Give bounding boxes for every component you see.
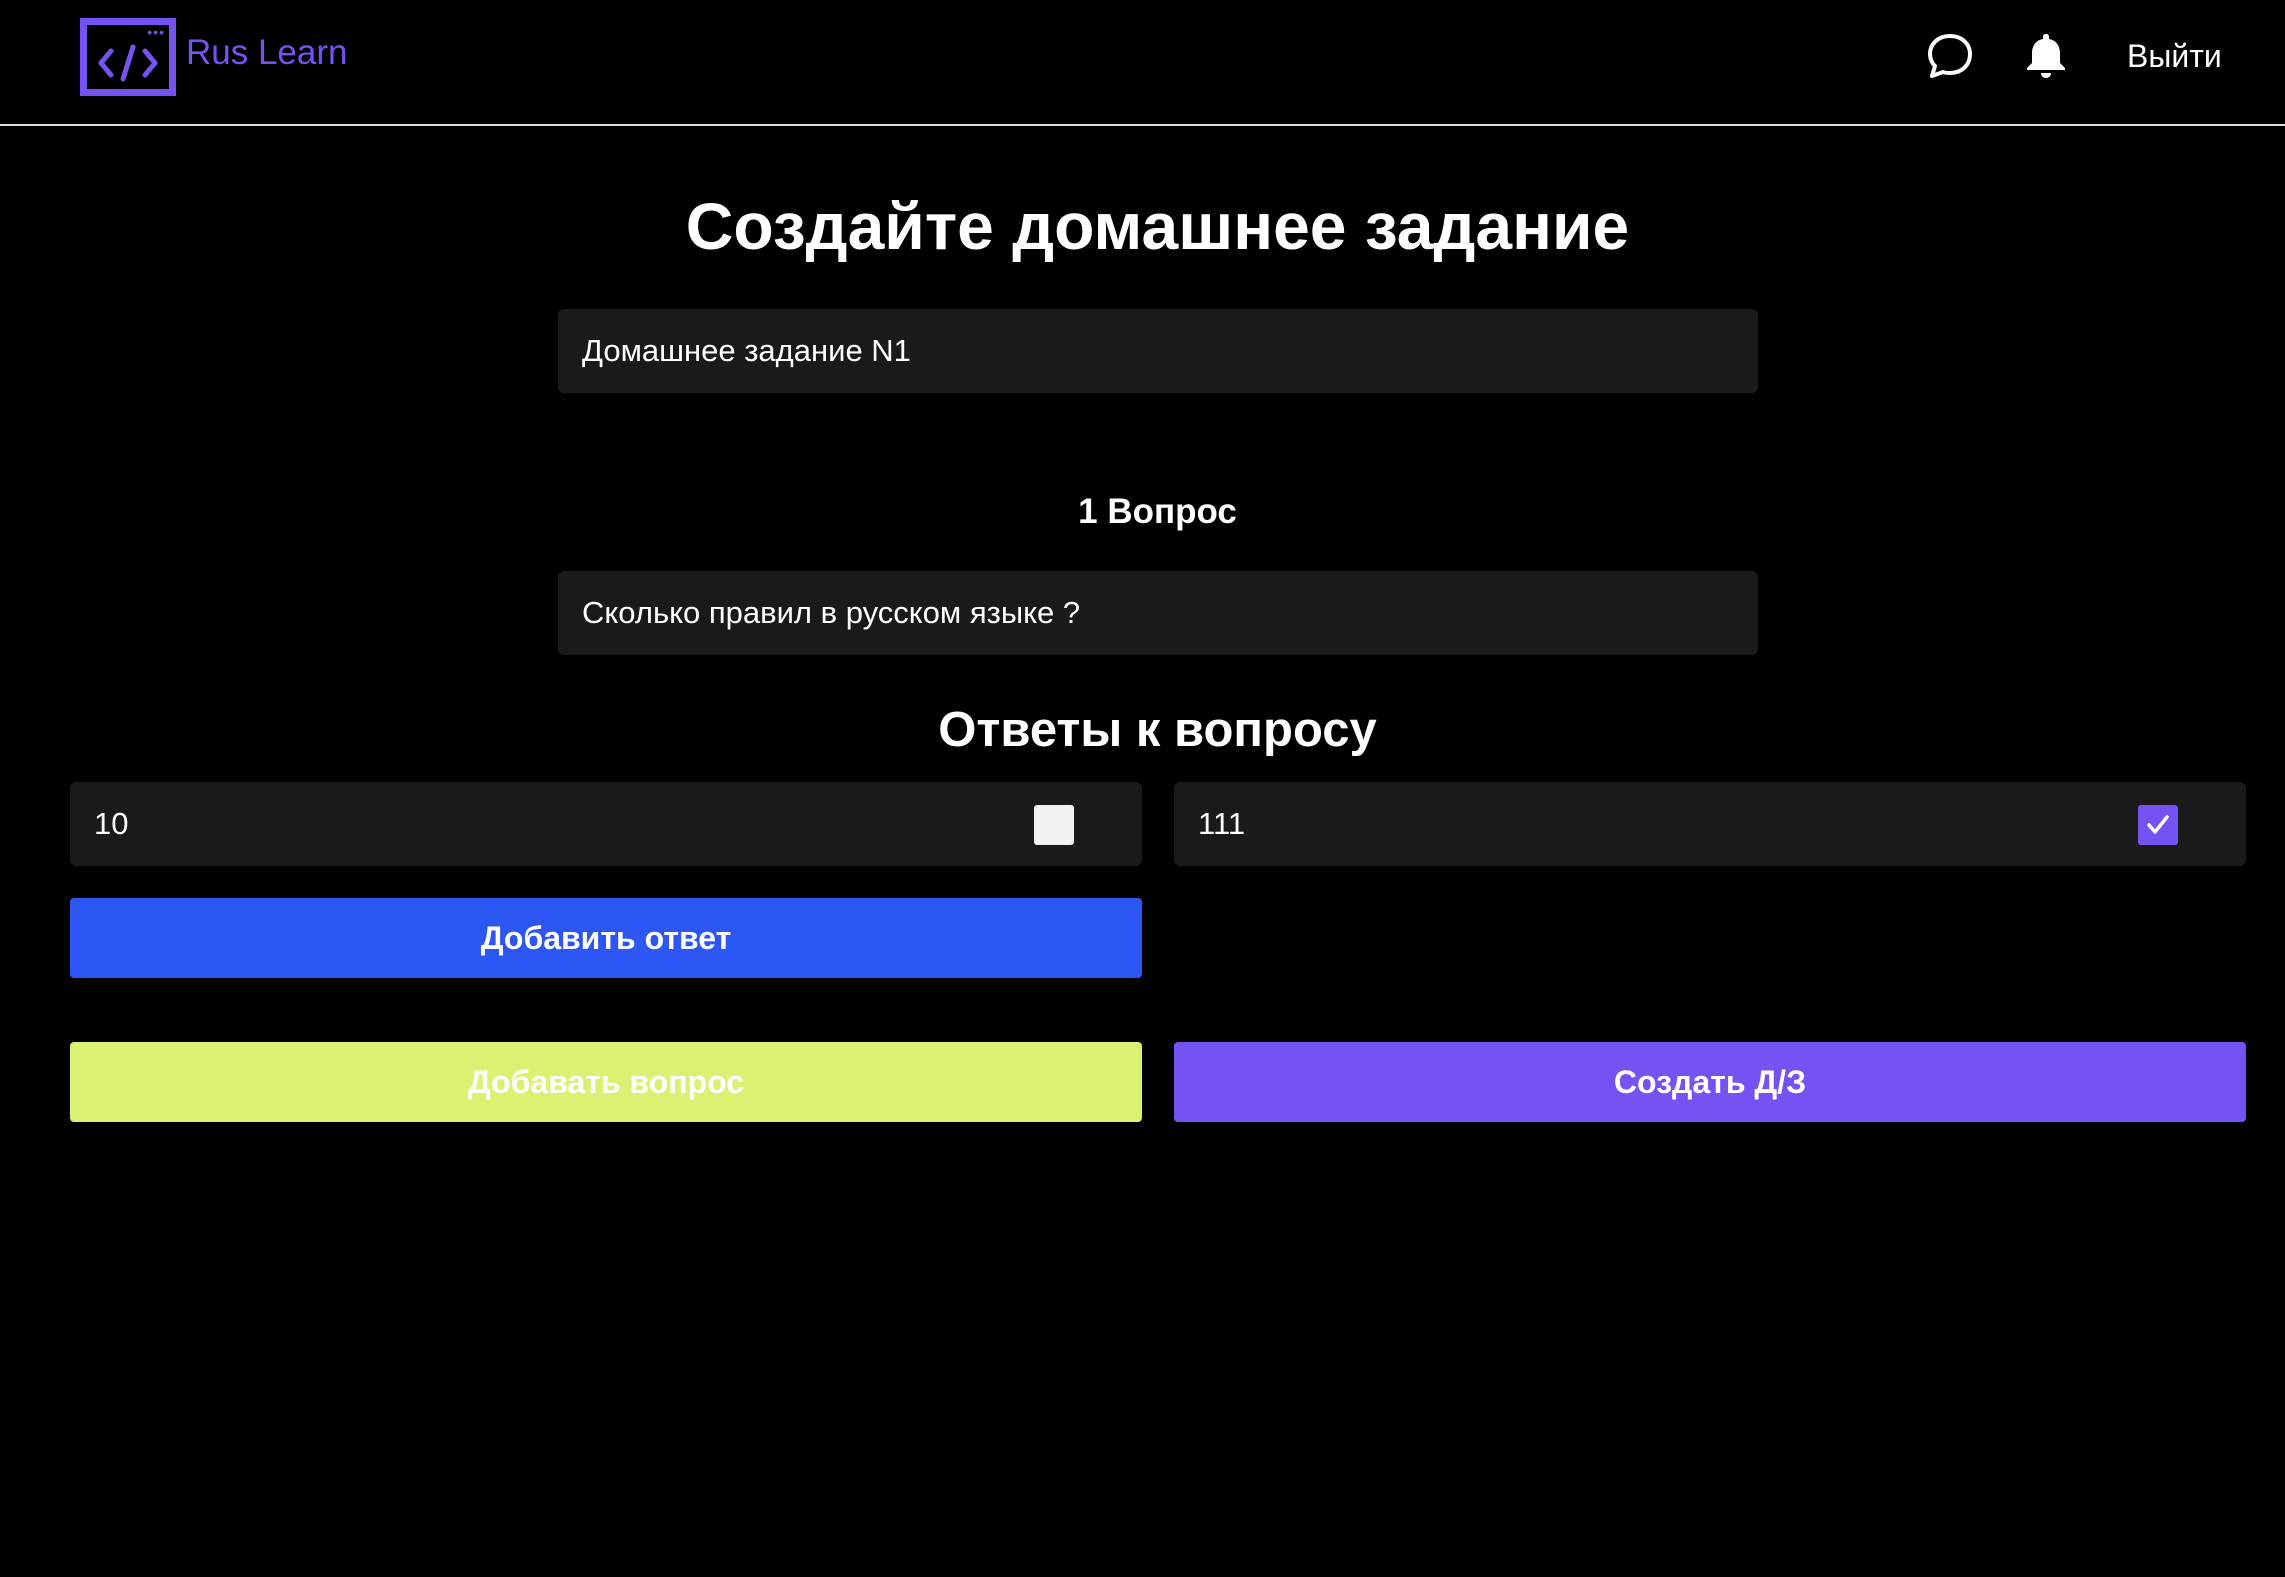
answers-title: Ответы к вопросу [938,703,1377,757]
answer-input-2[interactable]: 111 [1174,782,2246,866]
create-homework-button[interactable]: Создать Д/З [1174,1042,2246,1122]
answer-input-1[interactable]: 10 [70,782,1142,866]
question-number-label: 1 Вопрос [1078,492,1237,531]
logout-button[interactable]: Выйти [2127,38,2222,75]
correct-checkbox-1[interactable] [1034,805,1074,845]
add-answer-button[interactable]: Добавить ответ [70,898,1142,978]
correct-checkbox-2[interactable] [2138,805,2178,845]
add-question-button[interactable]: Добавать вопрос [70,1042,1142,1122]
answer-value-2: 111 [1198,806,1246,841]
code-window-icon: ••• [80,18,176,96]
chat-icon[interactable] [1924,30,1976,82]
question-value: Сколько правил в русском языке ? [582,595,1081,630]
top-header: ••• Rus Learn Выйти [0,0,2285,126]
homework-name-value: Домашнее задание N1 [582,333,911,368]
checkmark-icon [2147,815,2169,834]
bell-icon[interactable] [2020,30,2072,82]
homework-name-input[interactable]: Домашнее задание N1 [558,309,1758,393]
question-input[interactable]: Сколько правил в русском языке ? [558,571,1758,655]
answer-value-1: 10 [94,806,129,841]
brand-name: Rus Learn [186,33,348,72]
page-title: Создайте домашнее задание [685,189,1630,263]
brand-logo[interactable]: ••• Rus Learn [80,18,347,96]
